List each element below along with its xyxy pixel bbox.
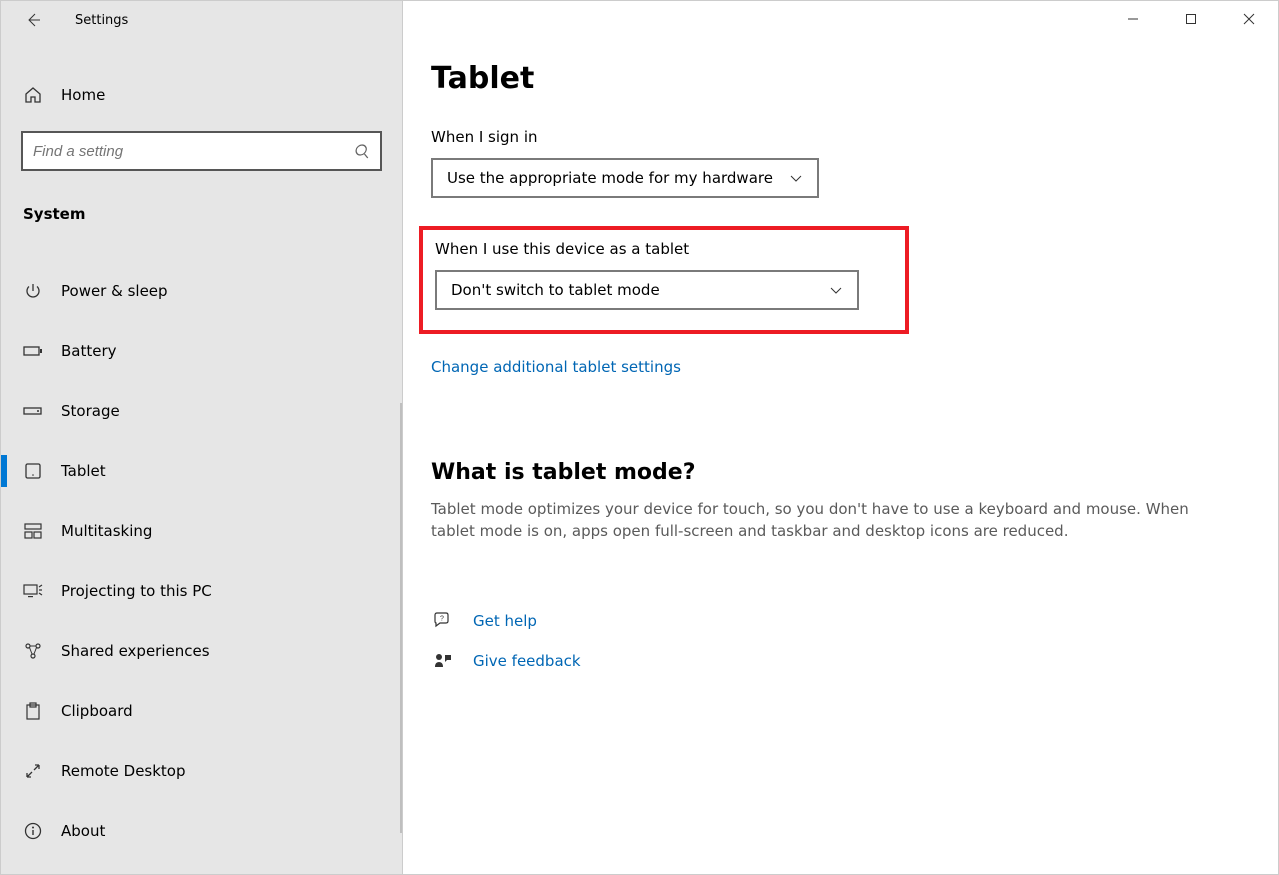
- back-button[interactable]: [15, 2, 51, 38]
- sidebar-item-label: Projecting to this PC: [61, 582, 212, 600]
- sidebar-item-power-sleep[interactable]: Power & sleep: [1, 261, 402, 321]
- sidebar-item-label: Battery: [61, 342, 117, 360]
- sign-in-dropdown-value: Use the appropriate mode for my hardware: [447, 169, 773, 187]
- svg-text:?: ?: [440, 615, 444, 622]
- chevron-down-icon: [789, 171, 803, 185]
- sidebar-item-tablet[interactable]: Tablet: [1, 441, 402, 501]
- sidebar-item-about[interactable]: About: [1, 801, 402, 861]
- search-icon: [354, 143, 370, 159]
- power-icon: [23, 281, 43, 301]
- storage-icon: [23, 401, 43, 421]
- tablet-icon: [23, 461, 43, 481]
- window-controls: [1104, 1, 1278, 37]
- window-title: Settings: [75, 13, 128, 28]
- sidebar-item-label: Clipboard: [61, 702, 133, 720]
- clipboard-icon: [23, 701, 43, 721]
- sidebar-item-label: Tablet: [61, 462, 106, 480]
- change-additional-settings-link[interactable]: Change additional tablet settings: [431, 358, 681, 376]
- help-icon: ?: [431, 612, 455, 630]
- sidebar-item-storage[interactable]: Storage: [1, 381, 402, 441]
- sidebar-item-multitasking[interactable]: Multitasking: [1, 501, 402, 561]
- what-is-title: What is tablet mode?: [431, 460, 1238, 485]
- sidebar-item-label: Storage: [61, 402, 120, 420]
- sidebar-section-heading: System: [1, 205, 402, 223]
- battery-icon: [23, 341, 43, 361]
- give-feedback-label: Give feedback: [473, 652, 581, 670]
- multitasking-icon: [23, 521, 43, 541]
- sidebar-item-clipboard[interactable]: Clipboard: [1, 681, 402, 741]
- home-label: Home: [61, 86, 105, 104]
- what-is-body: Tablet mode optimizes your device for to…: [431, 499, 1211, 543]
- close-button[interactable]: [1220, 1, 1278, 37]
- sidebar-item-label: About: [61, 822, 105, 840]
- remote-desktop-icon: [23, 761, 43, 781]
- get-help-label: Get help: [473, 612, 537, 630]
- sign-in-dropdown[interactable]: Use the appropriate mode for my hardware: [431, 158, 819, 198]
- chevron-down-icon: [829, 283, 843, 297]
- sidebar-item-label: Remote Desktop: [61, 762, 186, 780]
- sidebar-item-projecting[interactable]: Projecting to this PC: [1, 561, 402, 621]
- about-icon: [23, 821, 43, 841]
- highlight-annotation: When I use this device as a tablet Don't…: [419, 226, 909, 334]
- search-box[interactable]: [21, 131, 382, 171]
- close-icon: [1243, 13, 1255, 25]
- as-tablet-label: When I use this device as a tablet: [435, 240, 881, 258]
- sidebar-item-shared-experiences[interactable]: Shared experiences: [1, 621, 402, 681]
- minimize-button[interactable]: [1104, 1, 1162, 37]
- sidebar-nav-list: Power & sleep Battery Storage Tablet: [1, 261, 402, 861]
- sidebar-item-remote-desktop[interactable]: Remote Desktop: [1, 741, 402, 801]
- sidebar-item-label: Shared experiences: [61, 642, 210, 660]
- as-tablet-dropdown[interactable]: Don't switch to tablet mode: [435, 270, 859, 310]
- give-feedback-link[interactable]: Give feedback: [431, 641, 1238, 681]
- sidebar-item-battery[interactable]: Battery: [1, 321, 402, 381]
- maximize-icon: [1185, 13, 1197, 25]
- sign-in-label: When I sign in: [431, 128, 1238, 146]
- minimize-icon: [1127, 13, 1139, 25]
- sidebar-scrollbar[interactable]: [400, 403, 402, 833]
- home-icon: [23, 85, 43, 105]
- as-tablet-dropdown-value: Don't switch to tablet mode: [451, 281, 660, 299]
- get-help-link[interactable]: ? Get help: [431, 601, 1238, 641]
- sidebar-home[interactable]: Home: [1, 69, 402, 121]
- titlebar: Settings: [1, 1, 402, 39]
- projecting-icon: [23, 581, 43, 601]
- maximize-button[interactable]: [1162, 1, 1220, 37]
- sidebar: Settings Home System Power & sleep: [1, 1, 403, 874]
- sidebar-item-label: Power & sleep: [61, 282, 168, 300]
- shared-experiences-icon: [23, 641, 43, 661]
- back-icon: [25, 12, 41, 28]
- page-title: Tablet: [431, 61, 1238, 96]
- search-input[interactable]: [33, 143, 354, 160]
- feedback-icon: [431, 652, 455, 670]
- main-panel: Tablet When I sign in Use the appropriat…: [403, 1, 1278, 874]
- sidebar-item-label: Multitasking: [61, 522, 152, 540]
